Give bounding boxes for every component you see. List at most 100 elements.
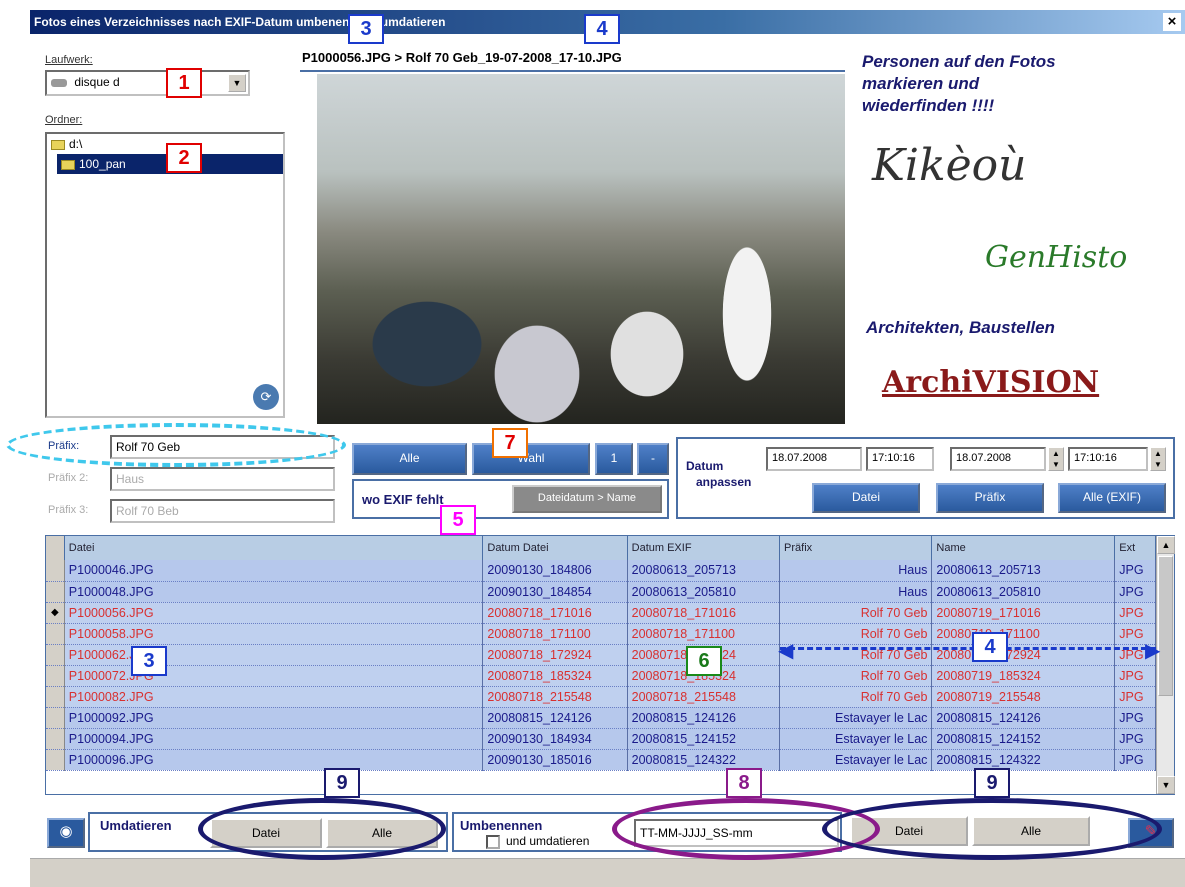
close-icon[interactable]: × [1163, 13, 1181, 31]
row-indicator[interactable] [46, 686, 65, 708]
cell-file[interactable]: P1000046.JPG [64, 560, 484, 582]
cell-file[interactable]: P1000082.JPG [64, 686, 484, 708]
table-row[interactable]: P1000048.JPG 20090130_184854 20080613_2058… [46, 581, 1156, 603]
row-indicator[interactable] [46, 665, 65, 687]
date-2-spinner[interactable]: ▲ ▼ [1048, 447, 1064, 471]
cell-name[interactable]: 20080613_205810 [931, 581, 1116, 603]
cell-file[interactable]: P1000048.JPG [64, 581, 484, 603]
table-row[interactable]: P1000082.JPG 20080718_215548 20080718_2155… [46, 686, 1156, 708]
select-choice-button[interactable]: Wahl [472, 443, 590, 475]
file-table[interactable]: Datei Datum Datei Datum EXIF Präfix Name… [45, 535, 1175, 795]
cell-date-file[interactable]: 20080718_185324 [482, 665, 628, 687]
cell-prefix[interactable]: Haus [779, 581, 933, 603]
table-row[interactable]: P1000092.JPG 20080815_124126 20080815_1241… [46, 707, 1156, 729]
table-row[interactable]: P1000046.JPG 20090130_184806 20080613_2057… [46, 560, 1156, 582]
row-indicator[interactable]: ◆ [46, 602, 65, 624]
row-indicator[interactable] [46, 707, 65, 729]
cell-prefix[interactable]: Estavayer le Lac [779, 749, 933, 771]
drive-select[interactable]: disque d ▼ [45, 70, 250, 96]
cell-date-file[interactable]: 20090130_184934 [482, 728, 628, 750]
cell-date-exif[interactable]: 20080718_215548 [627, 686, 781, 708]
date-2-input[interactable]: 18.07.2008 [950, 447, 1046, 471]
cell-date-file[interactable]: 20090130_185016 [482, 749, 628, 771]
refresh-icon[interactable]: ⟳ [253, 384, 279, 410]
col-name[interactable]: Name [931, 536, 1116, 560]
time-2-input[interactable]: 17:10:16 [1068, 447, 1148, 471]
cell-date-exif[interactable]: 20080815_124322 [627, 749, 781, 771]
scroll-down-icon[interactable]: ▼ [1157, 776, 1175, 794]
cell-prefix[interactable]: Rolf 70 Geb [779, 686, 933, 708]
cell-date-file[interactable]: 20080718_215548 [482, 686, 628, 708]
checkbox-icon[interactable] [486, 834, 500, 849]
cell-prefix[interactable]: Estavayer le Lac [779, 707, 933, 729]
col-file[interactable]: Datei [64, 536, 484, 560]
cell-date-exif[interactable]: 20080815_124126 [627, 707, 781, 729]
table-scrollbar[interactable]: ▲ ▼ [1156, 536, 1175, 794]
select-minus-button[interactable]: - [637, 443, 669, 475]
select-one-button[interactable]: 1 [595, 443, 633, 475]
col-date-file[interactable]: Datum Datei [482, 536, 628, 560]
cell-date-file[interactable]: 20080718_172924 [482, 644, 628, 666]
row-indicator[interactable] [46, 728, 65, 750]
table-row[interactable]: P1000094.JPG 20090130_184934 20080815_1241… [46, 728, 1156, 750]
cell-date-exif[interactable]: 20080718_171100 [627, 623, 781, 645]
table-row[interactable]: ◆ P1000056.JPG 20080718_171016 20080718_171… [46, 602, 1156, 624]
adjust-all-exif-button[interactable]: Alle (EXIF) [1058, 483, 1166, 513]
row-indicator[interactable] [46, 560, 65, 582]
cell-prefix[interactable]: Estavayer le Lac [779, 728, 933, 750]
chevron-down-icon[interactable]: ▼ [228, 74, 246, 92]
cell-file[interactable]: P1000096.JPG [64, 749, 484, 771]
select-all-button[interactable]: Alle [352, 443, 467, 475]
cell-name[interactable]: 20080815_124152 [931, 728, 1116, 750]
file-date-to-name-button[interactable]: Dateidatum > Name [512, 485, 662, 513]
scroll-up-icon[interactable]: ▲ [1157, 536, 1175, 554]
adjust-file-button[interactable]: Datei [812, 483, 920, 513]
cell-file[interactable]: P1000058.JPG [64, 623, 484, 645]
cell-ext[interactable]: JPG [1114, 602, 1156, 624]
time-1-input[interactable]: 17:10:16 [866, 447, 934, 471]
row-indicator[interactable] [46, 623, 65, 645]
cell-file[interactable]: P1000062.JPG [64, 644, 484, 666]
cell-file[interactable]: P1000056.JPG [64, 602, 484, 624]
date-1-input[interactable]: 18.07.2008 [766, 447, 862, 471]
table-row[interactable]: P1000072.JPG 20080718_185324 20080718_1853… [46, 665, 1156, 687]
cell-name[interactable]: 20080815_124126 [931, 707, 1116, 729]
cell-name[interactable]: 20080719_171100 [931, 623, 1116, 645]
cell-date-file[interactable]: 20090130_184854 [482, 581, 628, 603]
cell-prefix[interactable]: Rolf 70 Geb [779, 665, 933, 687]
prefix-3-input[interactable]: Rolf 70 Beb [110, 499, 335, 523]
cell-prefix[interactable]: Rolf 70 Geb [779, 623, 933, 645]
cell-date-file[interactable]: 20080815_124126 [482, 707, 628, 729]
col-ext[interactable]: Ext [1114, 536, 1156, 560]
cell-name[interactable]: 20080815_124322 [931, 749, 1116, 771]
cell-ext[interactable]: JPG [1114, 707, 1156, 729]
cell-prefix[interactable]: Haus [779, 560, 933, 582]
cell-ext[interactable]: JPG [1114, 749, 1156, 771]
redate-too-checkbox[interactable]: und umdatieren [486, 834, 589, 849]
archivision-logo[interactable]: ArchiVISION [882, 365, 1122, 405]
cell-date-exif[interactable]: 20080718_171016 [627, 602, 781, 624]
cell-file[interactable]: P1000094.JPG [64, 728, 484, 750]
cell-date-exif[interactable]: 20080815_124152 [627, 728, 781, 750]
cell-ext[interactable]: JPG [1114, 560, 1156, 582]
cell-date-exif[interactable]: 20080613_205713 [627, 560, 781, 582]
cell-ext[interactable]: JPG [1114, 581, 1156, 603]
cell-name[interactable]: 20080613_205713 [931, 560, 1116, 582]
cell-date-exif[interactable]: 20080613_205810 [627, 581, 781, 603]
cell-ext[interactable]: JPG [1114, 665, 1156, 687]
cell-name[interactable]: 20080719_215548 [931, 686, 1116, 708]
cell-date-file[interactable]: 20080718_171100 [482, 623, 628, 645]
genhisto-logo[interactable]: GenHisto [985, 240, 1127, 275]
cell-date-file[interactable]: 20090130_184806 [482, 560, 628, 582]
adjust-prefix-button[interactable]: Präfix [936, 483, 1044, 513]
prefix-2-input[interactable]: Haus [110, 467, 335, 491]
col-prefix[interactable]: Präfix [779, 536, 933, 560]
cell-file[interactable]: P1000092.JPG [64, 707, 484, 729]
cell-name[interactable]: 20080719_171016 [931, 602, 1116, 624]
cell-name[interactable]: 20080719_185324 [931, 665, 1116, 687]
eye-icon[interactable]: ◉ [47, 818, 85, 848]
time-2-spinner[interactable]: ▲ ▼ [1150, 447, 1166, 471]
cell-file[interactable]: P1000072.JPG [64, 665, 484, 687]
scroll-thumb[interactable] [1158, 556, 1173, 696]
row-indicator[interactable] [46, 581, 65, 603]
